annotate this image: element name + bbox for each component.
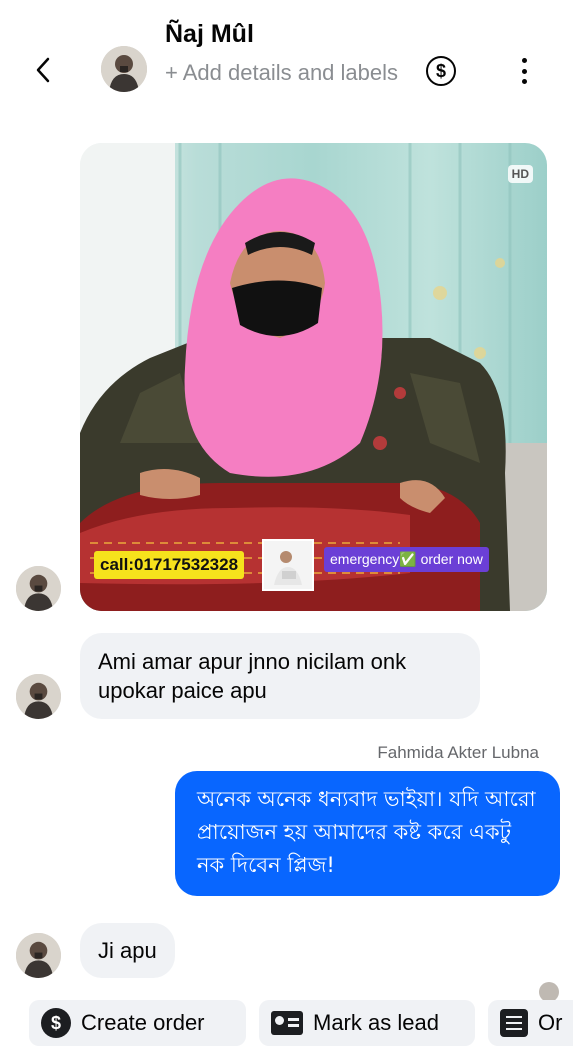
list-icon — [500, 1009, 528, 1037]
sender-avatar[interactable] — [16, 933, 61, 978]
chip-label: Create order — [81, 1010, 205, 1035]
chip-label: Mark as lead — [313, 1010, 439, 1035]
image-attachment[interactable]: HD call:01717532328 emergency✅ order now — [80, 143, 547, 611]
call-number-label: call:01717532328 — [94, 551, 245, 579]
incoming-message[interactable]: Ami amar apur jnno nicilam onk upokar pa… — [80, 633, 480, 719]
contact-name[interactable]: Ñaj Mûl — [165, 20, 254, 49]
quick-actions-bar: $ Create order Mark as lead Or — [0, 996, 573, 1047]
more-options-button[interactable] — [510, 54, 538, 88]
dollar-circle-icon: $ — [435, 60, 446, 81]
incoming-message[interactable]: Ji apu — [80, 923, 175, 978]
sender-avatar[interactable] — [16, 674, 61, 719]
message-text: অনেক অনেক ধন্যবাদ ভাইয়া। যদি আরো প্রায়… — [197, 787, 536, 877]
contact-avatar[interactable] — [101, 46, 147, 92]
contact-card-icon — [271, 1011, 303, 1035]
emergency-order-label: emergency✅ order now — [324, 547, 489, 572]
promo-thumbnail — [262, 539, 314, 591]
chat-header: Ñaj Mûl + Add details and labels $ — [0, 0, 573, 130]
orders-button[interactable]: Or — [488, 1000, 573, 1046]
add-details-link[interactable]: + Add details and labels — [165, 56, 405, 90]
message-text: Ji apu — [98, 938, 157, 963]
message-text: Ami amar apur jnno nicilam onk upokar pa… — [98, 649, 407, 703]
outgoing-message[interactable]: অনেক অনেক ধন্যবাদ ভাইয়া। যদি আরো প্রায়… — [175, 771, 560, 896]
dollar-circle-icon: $ — [41, 1008, 71, 1038]
create-order-button[interactable]: $ Create order — [29, 1000, 246, 1046]
payment-button[interactable]: $ — [426, 56, 456, 86]
more-vertical-icon — [521, 58, 527, 63]
back-button[interactable] — [28, 52, 58, 88]
hd-badge: HD — [507, 165, 533, 183]
sender-name: Fahmida Akter Lubna — [377, 743, 539, 762]
chevron-left-icon — [36, 57, 50, 83]
chip-label: Or — [538, 1010, 563, 1035]
sender-avatar[interactable] — [16, 566, 61, 611]
mark-as-lead-button[interactable]: Mark as lead — [259, 1000, 475, 1046]
